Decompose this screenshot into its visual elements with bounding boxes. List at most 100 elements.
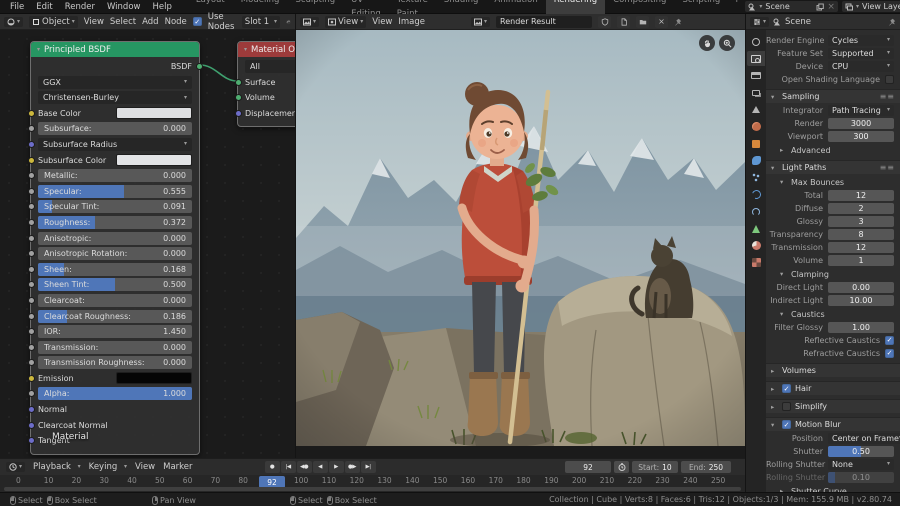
gray-socket[interactable] <box>28 203 35 210</box>
bsdf-row-subsurface-color[interactable]: Subsurface Color <box>38 154 192 167</box>
gray-socket[interactable] <box>28 235 35 242</box>
properties-tab-output[interactable] <box>747 68 765 83</box>
dropdown-device[interactable]: CPU▾ <box>828 61 894 72</box>
dropdown-subsurface-radius[interactable]: Subsurface Radius▾ <box>38 138 192 151</box>
gray-socket[interactable] <box>28 328 35 335</box>
dropdown-render-engine[interactable]: Cycles▾ <box>828 35 894 46</box>
collapse-icon[interactable]: ▾ <box>244 47 247 53</box>
frame-end-field[interactable]: End:250 <box>681 461 731 473</box>
bsdf-row-alpha[interactable]: Alpha:1.000 <box>38 387 192 400</box>
subsection-advanced[interactable]: ▸Advanced <box>780 144 900 156</box>
bsdf-row-clearcoat-roughness[interactable]: Clearcoat Roughness:0.186 <box>38 310 192 323</box>
new-image-button[interactable] <box>617 16 630 28</box>
bsdf-row-anisotropic[interactable]: Anisotropic:0.000 <box>38 232 192 245</box>
dropdown-all[interactable]: All▾ <box>245 60 295 73</box>
slider-roughness[interactable]: Roughness:0.372 <box>38 216 192 229</box>
field-transmission[interactable]: 12 <box>828 242 894 253</box>
bsdf-row-transmission-roughness[interactable]: Transmission Roughness:0.000 <box>38 356 192 369</box>
gray-socket[interactable] <box>28 390 35 397</box>
menu-window[interactable]: Window <box>101 0 147 14</box>
expander-icon[interactable]: ▾ <box>771 164 778 172</box>
gray-socket[interactable] <box>28 250 35 257</box>
widget-filter-glossy[interactable]: 1.00 <box>828 322 894 333</box>
properties-tab-constraints[interactable] <box>747 204 765 219</box>
panel-menu-icon[interactable]: ≡≡ <box>880 163 895 172</box>
menu-help[interactable]: Help <box>146 0 177 14</box>
gray-socket[interactable] <box>28 359 35 366</box>
widget-shutter[interactable]: 0.50 <box>828 446 894 457</box>
play-button[interactable]: ▶ <box>329 461 344 473</box>
menu-edit[interactable]: Edit <box>30 0 58 14</box>
render-result-view[interactable] <box>296 30 745 458</box>
menu-view[interactable]: View <box>84 17 104 27</box>
open-image-button[interactable] <box>636 16 649 28</box>
widget-transmission[interactable]: 12 <box>828 242 894 253</box>
view-layer-name[interactable]: View Layer <box>862 2 900 11</box>
shader-type-dropdown[interactable]: Object ▾ <box>29 16 78 28</box>
dropdown-rolling-shutter[interactable]: None▾ <box>828 459 894 470</box>
menu-playback[interactable]: Playback ▾ <box>33 462 81 472</box>
bsdf-row-sheen-tint[interactable]: Sheen Tint:0.500 <box>38 278 192 291</box>
green-socket[interactable] <box>235 94 242 101</box>
menu-file[interactable]: File <box>4 0 30 14</box>
slider-specular[interactable]: Specular:0.555 <box>38 185 192 198</box>
vector-socket[interactable] <box>235 110 242 117</box>
slider-clearcoat[interactable]: Clearcoat:0.000 <box>38 294 192 307</box>
editor-type-button[interactable]: ▾ <box>750 17 769 27</box>
properties-tab-particles[interactable] <box>747 170 765 185</box>
yellow-socket[interactable] <box>28 157 35 164</box>
material-preview-icon[interactable] <box>286 18 291 26</box>
timeline-ruler[interactable]: 2502402302202102001901801701601501401301… <box>0 475 745 492</box>
widget-render-engine[interactable]: Cycles▾ <box>828 35 894 46</box>
jump-to-start-button[interactable]: |◀ <box>281 461 296 473</box>
scene-name[interactable]: Scene <box>765 2 813 11</box>
bsdf-row-specular-tint[interactable]: Specular Tint:0.091 <box>38 200 192 213</box>
widget-render[interactable]: 3000 <box>828 118 894 129</box>
widget-feature-set[interactable]: Supported▾ <box>828 48 894 59</box>
output-row-all[interactable]: All▾ <box>245 60 295 73</box>
editor-type-button[interactable]: ▾ <box>6 462 25 472</box>
widget-total[interactable]: 12 <box>828 190 894 201</box>
properties-tab-texture[interactable] <box>747 255 765 270</box>
slider-rolling-shutter-dur[interactable]: 0.10 <box>828 472 894 483</box>
field-transparency[interactable]: 8 <box>828 229 894 240</box>
widget-volume[interactable]: 1 <box>828 255 894 266</box>
expander-icon[interactable]: ▾ <box>771 93 778 101</box>
expander-icon[interactable]: ▾ <box>771 421 778 429</box>
field-viewport[interactable]: 300 <box>828 131 894 142</box>
bsdf-row-ggx[interactable]: GGX▾ <box>38 76 192 89</box>
scene-selector[interactable]: ▾ Scene × <box>745 1 838 12</box>
bsdf-row-emission[interactable]: Emission <box>38 372 192 385</box>
pin-icon[interactable] <box>674 18 682 26</box>
bsdf-row-normal[interactable]: Normal <box>38 403 192 416</box>
bsdf-row-specular[interactable]: Specular:0.555 <box>38 185 192 198</box>
vector-socket[interactable] <box>28 141 35 148</box>
color-swatch[interactable] <box>116 107 192 119</box>
next-keyframe-button[interactable]: ●▶ <box>345 461 360 473</box>
pin-icon[interactable] <box>888 18 896 26</box>
field-glossy[interactable]: 3 <box>828 216 894 227</box>
menu-select[interactable]: Select <box>110 17 136 27</box>
expander-icon[interactable]: ▸ <box>771 385 778 393</box>
pan-view-button[interactable] <box>699 35 715 51</box>
expander-icon[interactable]: ▾ <box>780 310 787 318</box>
node-canvas[interactable]: ▾ Principled BSDF BSDF GGX▾Christensen-B… <box>0 30 295 458</box>
field-total[interactable]: 12 <box>828 190 894 201</box>
dropdown-christensen-burley[interactable]: Christensen-Burley▾ <box>38 91 192 104</box>
color-swatch[interactable] <box>116 372 192 384</box>
vector-socket[interactable] <box>28 422 35 429</box>
output-row-surface[interactable]: Surface <box>245 76 295 89</box>
menu-image[interactable]: Image <box>398 17 425 27</box>
vector-socket[interactable] <box>28 406 35 413</box>
use-nodes-checkbox[interactable]: ✓ <box>193 17 202 26</box>
slider-sheen[interactable]: Sheen:0.168 <box>38 263 192 276</box>
color-swatch[interactable] <box>116 154 192 166</box>
slider-clearcoat-roughness[interactable]: Clearcoat Roughness:0.186 <box>38 310 192 323</box>
bsdf-row-subsurface-radius[interactable]: Subsurface Radius▾ <box>38 138 192 151</box>
gray-socket[interactable] <box>28 297 35 304</box>
gray-socket[interactable] <box>28 188 35 195</box>
bsdf-row-clearcoat-normal[interactable]: Clearcoat Normal <box>38 419 192 432</box>
field-indirect-light[interactable]: 10.00 <box>828 295 894 306</box>
yellow-socket[interactable] <box>28 110 35 117</box>
widget-diffuse[interactable]: 2 <box>828 203 894 214</box>
